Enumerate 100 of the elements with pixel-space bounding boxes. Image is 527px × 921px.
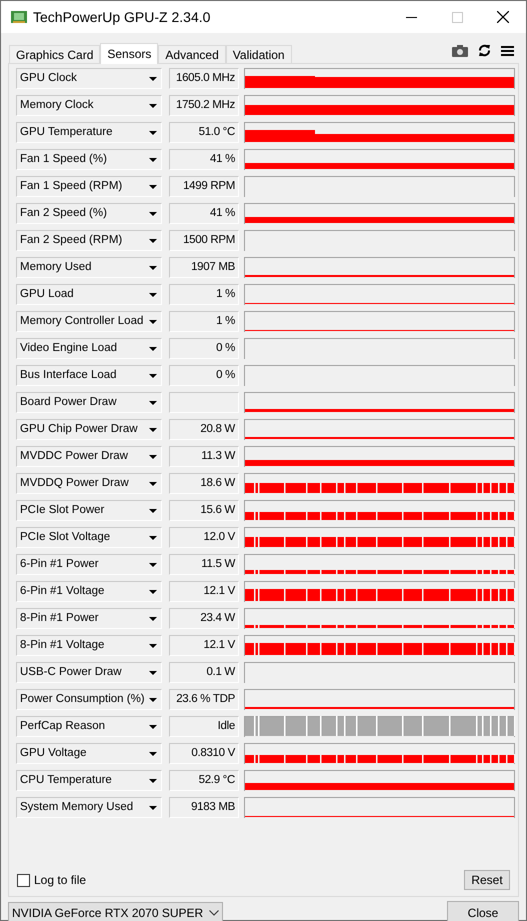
dropdown-arrow-icon [149, 670, 157, 674]
dropdown-arrow-icon [149, 806, 157, 810]
sensor-dropdown[interactable]: PCIe Slot Power [16, 500, 162, 521]
sensor-value: 0 % [169, 365, 239, 386]
dropdown-arrow-icon [149, 158, 157, 162]
dropdown-arrow-icon [149, 400, 157, 404]
sensor-value: 1500 RPM [169, 230, 239, 251]
sensor-dropdown[interactable]: 6-Pin #1 Power [16, 554, 162, 575]
sensor-value: 51.0 °C [169, 122, 239, 143]
menu-icon[interactable] [501, 44, 514, 56]
dropdown-arrow-icon [149, 266, 157, 270]
log-to-file-label: Log to file [34, 872, 86, 889]
sensor-value: 12.1 V [169, 581, 239, 602]
dropdown-arrow-icon [149, 698, 157, 702]
window-title: TechPowerUp GPU-Z 2.34.0 [33, 8, 210, 27]
sensor-dropdown[interactable]: Memory Controller Load [16, 311, 162, 332]
dropdown-arrow-icon [149, 320, 157, 324]
sensor-dropdown[interactable]: 6-Pin #1 Voltage [16, 581, 162, 602]
sensor-dropdown[interactable]: Memory Clock [16, 95, 162, 116]
sensor-value: 20.8 W [169, 419, 239, 440]
log-to-file-checkbox[interactable] [17, 874, 30, 886]
dropdown-arrow-icon [149, 454, 157, 458]
sensor-value: 12.1 V [169, 635, 239, 656]
sensor-dropdown[interactable]: GPU Chip Power Draw [16, 419, 162, 440]
sensor-dropdown[interactable]: Fan 1 Speed (RPM) [16, 176, 162, 197]
sensor-dropdown[interactable]: Fan 2 Speed (RPM) [16, 230, 162, 251]
dropdown-arrow-icon [149, 292, 157, 296]
sensor-value: 0 % [169, 338, 239, 359]
dropdown-arrow-icon [149, 184, 157, 188]
sensor-dropdown[interactable]: Fan 2 Speed (%) [16, 203, 162, 224]
sensor-value: 52.9 °C [169, 770, 239, 791]
dropdown-arrow-icon [149, 778, 157, 782]
sensor-value: 11.3 W [169, 446, 239, 467]
tab[interactable]: Sensors [100, 43, 158, 64]
dropdown-arrow-icon [149, 562, 157, 566]
dropdown-arrow-icon [149, 508, 157, 512]
sensor-dropdown[interactable]: Video Engine Load [16, 338, 162, 359]
tab[interactable]: Graphics Card [9, 45, 100, 63]
dropdown-arrow-icon [149, 536, 157, 540]
close-icon [497, 11, 509, 23]
sensor-value: 41 % [169, 149, 239, 170]
dropdown-arrow-icon [149, 212, 157, 216]
sensor-value: 41 % [169, 203, 239, 224]
dropdown-arrow-icon [149, 590, 157, 594]
sensor-value: Idle [169, 716, 239, 737]
sensor-dropdown[interactable]: Bus Interface Load [16, 365, 162, 386]
sensor-value: 12.0 V [169, 527, 239, 548]
sensor-value: 9183 MB [169, 797, 239, 818]
dropdown-arrow-icon [149, 130, 157, 134]
dropdown-arrow-icon [149, 76, 157, 80]
sensor-value: 0.1 W [169, 662, 239, 683]
sensor-dropdown[interactable]: GPU Temperature [16, 122, 162, 143]
dropdown-arrow-icon [149, 428, 157, 432]
sensor-dropdown[interactable]: GPU Clock [16, 68, 162, 89]
sensor-dropdown[interactable]: CPU Temperature [16, 770, 162, 791]
sensor-value: 1 % [169, 311, 239, 332]
dropdown-arrow-icon [149, 616, 157, 620]
camera-icon[interactable] [452, 44, 468, 56]
dropdown-arrow-icon [149, 346, 157, 350]
sensor-dropdown[interactable]: Power Consumption (%) [16, 689, 162, 710]
refresh-icon[interactable] [478, 44, 491, 57]
dropdown-arrow-icon [149, 644, 157, 648]
sensor-dropdown[interactable]: GPU Voltage [16, 743, 162, 764]
dropdown-arrow-icon [149, 482, 157, 486]
sensor-dropdown[interactable]: Fan 1 Speed (%) [16, 149, 162, 170]
dropdown-arrow-icon [149, 724, 157, 728]
sensor-dropdown[interactable]: USB-C Power Draw [16, 662, 162, 683]
tab[interactable]: Advanced [158, 45, 226, 63]
tab[interactable]: Validation [226, 45, 292, 63]
sensor-dropdown[interactable]: 8-Pin #1 Voltage [16, 635, 162, 656]
sensor-value: 1499 RPM [169, 176, 239, 197]
sensor-value: 23.6 % TDP [169, 689, 239, 710]
close-dialog-button[interactable]: Close [447, 901, 519, 921]
gpu-select[interactable]: NVIDIA GeForce RTX 2070 SUPER [8, 902, 223, 921]
sensor-dropdown[interactable]: MVDDC Power Draw [16, 446, 162, 467]
sensor-value: 1750.2 MHz [169, 95, 239, 116]
chevron-down-icon [209, 910, 219, 916]
sensor-value: 11.5 W [169, 554, 239, 575]
minimize-icon [406, 16, 416, 18]
sensor-dropdown[interactable]: 8-Pin #1 Power [16, 608, 162, 629]
maximize-icon [452, 12, 462, 22]
sensor-dropdown[interactable]: PCIe Slot Voltage [16, 527, 162, 548]
graphics-card-icon [11, 11, 27, 23]
sensor-value: 1605.0 MHz [169, 68, 239, 89]
sensor-dropdown[interactable]: MVDDQ Power Draw [16, 473, 162, 494]
dropdown-arrow-icon [149, 374, 157, 378]
sensor-dropdown[interactable]: System Memory Used [16, 797, 162, 818]
sensor-value: 15.6 W [169, 500, 239, 521]
reset-button[interactable]: Reset [464, 870, 510, 890]
sensor-dropdown[interactable]: GPU Load [16, 284, 162, 305]
sensor-dropdown[interactable]: PerfCap Reason [16, 716, 162, 737]
dropdown-arrow-icon [149, 238, 157, 242]
sensor-value: 18.6 W [169, 473, 239, 494]
sensor-dropdown[interactable]: Board Power Draw [16, 392, 162, 413]
sensor-value: 0.8310 V [169, 743, 239, 764]
sensor-dropdown[interactable]: Memory Used [16, 257, 162, 278]
sensor-value: 1 % [169, 284, 239, 305]
sensor-value [169, 392, 239, 413]
dropdown-arrow-icon [149, 752, 157, 756]
sensor-value: 1907 MB [169, 257, 239, 278]
